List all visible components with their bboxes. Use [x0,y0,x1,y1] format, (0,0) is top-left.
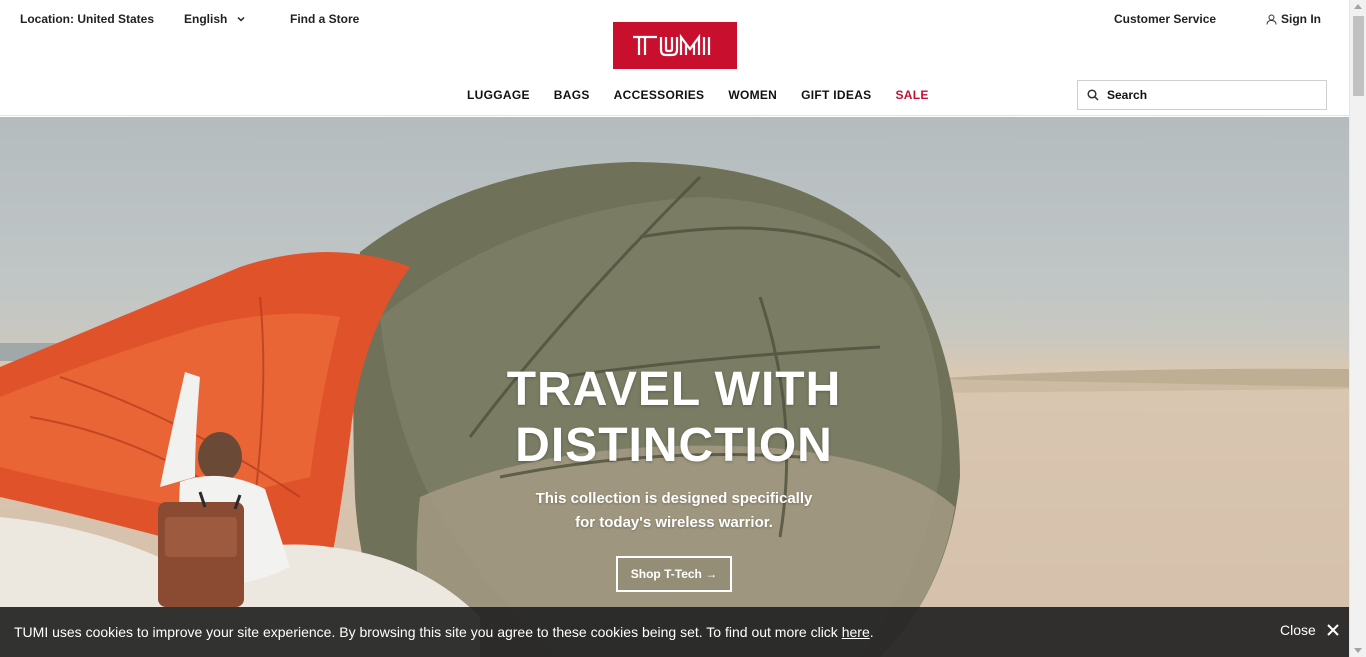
sign-in-label: Sign In [1281,12,1321,26]
main-nav: LUGGAGE BAGS ACCESSORIES WOMEN GIFT IDEA… [467,88,929,102]
nav-item-sale[interactable]: SALE [895,88,928,102]
page-scrollbar[interactable] [1349,0,1366,657]
find-store-link[interactable]: Find a Store [290,12,359,26]
language-label: English [184,12,228,26]
nav-item-bags[interactable]: BAGS [554,88,590,102]
language-selector[interactable]: English [184,12,245,26]
hero-banner: TRAVEL WITH DISTINCTION This collection … [0,117,1349,657]
cookie-close-label: Close [1280,622,1316,638]
location-selector[interactable]: Location: United States [20,12,154,26]
nav-item-luggage[interactable]: LUGGAGE [467,88,530,102]
user-icon [1266,14,1277,25]
tumi-logo-mark [633,33,711,56]
scroll-up-arrow-icon[interactable] [1354,4,1362,9]
scroll-down-arrow-icon[interactable] [1354,648,1362,653]
hero-subtitle-line2: for today's wireless warrior. [575,514,773,531]
hero-title-line1: TRAVEL WITH [506,363,842,416]
hero-title: TRAVEL WITH DISTINCTION [424,362,924,474]
nav-item-accessories[interactable]: ACCESSORIES [614,88,705,102]
customer-service-link[interactable]: Customer Service [1114,12,1216,26]
shop-ttech-button[interactable]: Shop T-Tech → [616,556,732,592]
cookie-close-button[interactable]: Close [1280,622,1340,638]
cookie-more-link[interactable]: here [842,624,870,640]
search-input[interactable] [1107,88,1307,102]
hero-subtitle-line1: This collection is designed specifically [535,490,813,507]
cookie-message-end: . [869,624,874,640]
sign-in-link[interactable]: Sign In [1266,12,1321,26]
nav-item-gift-ideas[interactable]: GIFT IDEAS [801,88,871,102]
search-box[interactable] [1077,80,1327,110]
hero-subtitle: This collection is designed specifically… [474,487,874,535]
tumi-logo[interactable] [613,22,737,69]
cookie-message-text: TUMI uses cookies to improve your site e… [14,624,842,640]
search-icon[interactable] [1087,89,1099,101]
close-icon[interactable] [1326,623,1340,637]
page: Location: United States English Find a S… [0,0,1349,657]
hero-title-line2: DISTINCTION [515,419,833,472]
site-header: Location: United States English Find a S… [0,0,1349,116]
nav-item-women[interactable]: WOMEN [728,88,777,102]
cookie-message: TUMI uses cookies to improve your site e… [14,624,874,640]
scrollbar-thumb[interactable] [1353,16,1364,96]
cookie-banner: TUMI uses cookies to improve your site e… [0,607,1349,657]
chevron-down-icon [237,16,245,22]
